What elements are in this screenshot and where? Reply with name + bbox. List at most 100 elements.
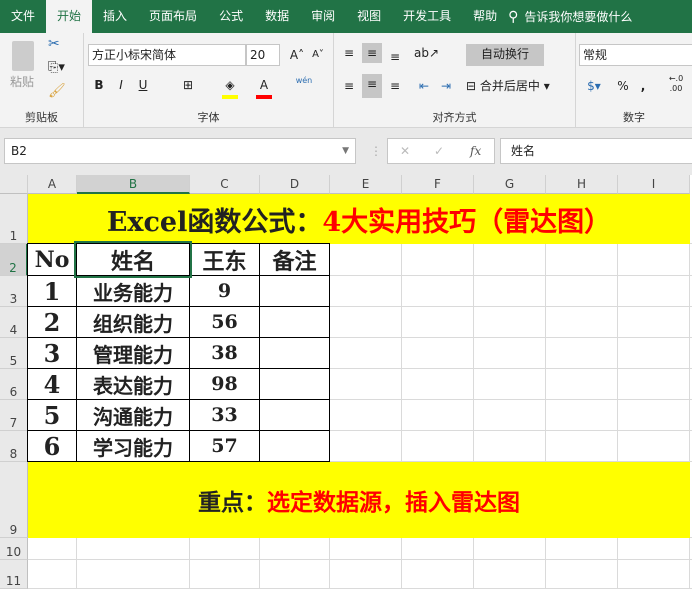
tab-insert[interactable]: 插入 bbox=[92, 0, 138, 33]
table-cell[interactable]: 38 bbox=[189, 337, 260, 369]
paste-button[interactable]: 粘贴 bbox=[10, 73, 34, 90]
tab-page-layout[interactable]: 页面布局 bbox=[138, 0, 208, 33]
column-header-A[interactable]: A bbox=[28, 175, 77, 194]
table-cell[interactable] bbox=[259, 368, 330, 400]
column-header-C[interactable]: C bbox=[190, 175, 260, 194]
tab-home[interactable]: 开始 bbox=[46, 0, 93, 33]
decrease-font-icon[interactable]: A˅ bbox=[310, 45, 326, 65]
merge-center-button[interactable]: ⊟ 合并后居中 ▾ bbox=[466, 76, 566, 96]
underline-button[interactable]: U bbox=[136, 75, 150, 95]
table-cell[interactable] bbox=[259, 337, 330, 369]
row-header-3[interactable]: 3 bbox=[0, 276, 28, 307]
tab-file[interactable]: 文件 bbox=[0, 0, 46, 33]
table-cell[interactable]: 1 bbox=[27, 275, 77, 307]
tab-review[interactable]: 审阅 bbox=[300, 0, 346, 33]
tab-view[interactable]: 视图 bbox=[346, 0, 392, 33]
row-header-10[interactable]: 10 bbox=[0, 538, 28, 560]
table-header-cell[interactable]: No bbox=[27, 243, 77, 276]
column-header-B[interactable]: B bbox=[77, 175, 190, 194]
row-header-2[interactable]: 2 bbox=[0, 244, 28, 276]
table-cell[interactable]: 57 bbox=[189, 430, 260, 462]
search-icon[interactable]: ⚲ bbox=[508, 9, 518, 25]
table-cell[interactable] bbox=[259, 430, 330, 462]
align-right-icon[interactable]: ≡ bbox=[386, 76, 404, 96]
table-header-cell[interactable]: 王东 bbox=[189, 243, 260, 276]
row-header-8[interactable]: 8 bbox=[0, 431, 28, 462]
align-center-icon[interactable]: ≡ bbox=[362, 74, 382, 98]
formula-input[interactable]: 姓名 bbox=[500, 138, 692, 164]
cancel-icon[interactable]: ✕ bbox=[400, 139, 410, 163]
comma-button[interactable]: , bbox=[638, 76, 648, 96]
table-cell[interactable]: 学习能力 bbox=[76, 430, 190, 462]
tab-developer[interactable]: 开发工具 bbox=[392, 0, 462, 33]
column-header-D[interactable]: D bbox=[260, 175, 330, 194]
paste-icon[interactable] bbox=[12, 41, 34, 71]
align-top-icon[interactable]: ≡ bbox=[340, 43, 358, 63]
column-header-H[interactable]: H bbox=[546, 175, 618, 194]
tell-me-search[interactable]: 告诉我你想要做什么 bbox=[524, 8, 632, 25]
table-cell[interactable]: 33 bbox=[189, 399, 260, 431]
align-bottom-icon[interactable]: ≡ bbox=[386, 47, 404, 67]
tab-help[interactable]: 帮助 bbox=[462, 0, 508, 33]
align-left-icon[interactable]: ≡ bbox=[340, 76, 358, 96]
fill-color-icon[interactable]: ◈ bbox=[222, 75, 238, 99]
table-cell[interactable]: 表达能力 bbox=[76, 368, 190, 400]
tab-data[interactable]: 数据 bbox=[254, 0, 300, 33]
table-cell[interactable]: 5 bbox=[27, 399, 77, 431]
accounting-format-icon[interactable]: $▾ bbox=[580, 76, 608, 96]
column-header-E[interactable]: E bbox=[330, 175, 402, 194]
row-header-5[interactable]: 5 bbox=[0, 338, 28, 369]
column-header-F[interactable]: F bbox=[402, 175, 474, 194]
splitter-handle[interactable]: ⋮ bbox=[370, 144, 382, 158]
table-cell[interactable]: 3 bbox=[27, 337, 77, 369]
align-middle-icon[interactable]: ≡ bbox=[362, 43, 382, 63]
table-cell[interactable]: 56 bbox=[189, 306, 260, 338]
table-cell[interactable]: 管理能力 bbox=[76, 337, 190, 369]
increase-decimal-icon[interactable]: ←.0.00 bbox=[666, 74, 686, 94]
increase-indent-icon[interactable]: ⇥ bbox=[436, 76, 456, 96]
table-cell[interactable] bbox=[259, 275, 330, 307]
row-header-11[interactable]: 11 bbox=[0, 560, 28, 589]
italic-button[interactable]: I bbox=[114, 75, 128, 95]
table-cell[interactable]: 9 bbox=[189, 275, 260, 307]
table-cell[interactable]: 98 bbox=[189, 368, 260, 400]
increase-font-icon[interactable]: A˄ bbox=[289, 45, 305, 65]
name-box[interactable]: B2 ▼ bbox=[4, 138, 356, 164]
table-cell[interactable]: 6 bbox=[27, 430, 77, 462]
table-cell[interactable] bbox=[259, 306, 330, 338]
row-header-9[interactable]: 9 bbox=[0, 462, 28, 538]
tab-formulas[interactable]: 公式 bbox=[208, 0, 254, 33]
column-header-I[interactable]: I bbox=[618, 175, 690, 194]
cut-icon[interactable]: ✂ bbox=[48, 36, 60, 52]
table-cell[interactable]: 组织能力 bbox=[76, 306, 190, 338]
phonetic-button[interactable]: wén bbox=[294, 71, 314, 91]
percent-button[interactable]: % bbox=[616, 76, 630, 96]
table-header-cell[interactable]: 备注 bbox=[259, 243, 330, 276]
row-header-1[interactable]: 1 bbox=[0, 194, 28, 244]
column-header-G[interactable]: G bbox=[474, 175, 546, 194]
copy-icon[interactable]: ⎘▾ bbox=[48, 60, 65, 75]
select-all-button[interactable] bbox=[0, 175, 28, 194]
table-cell[interactable] bbox=[259, 399, 330, 431]
font-name-select[interactable]: 方正小标宋简体 bbox=[88, 44, 246, 66]
table-cell[interactable]: 业务能力 bbox=[76, 275, 190, 307]
format-painter-icon[interactable]: 🖌 bbox=[48, 83, 66, 99]
insert-function-button[interactable]: fx bbox=[470, 139, 481, 163]
table-cell[interactable]: 4 bbox=[27, 368, 77, 400]
font-size-select[interactable]: 20 bbox=[246, 44, 280, 66]
row-header-6[interactable]: 6 bbox=[0, 369, 28, 400]
number-format-select[interactable]: 常规 bbox=[579, 44, 692, 66]
row-header-7[interactable]: 7 bbox=[0, 400, 28, 431]
font-color-icon[interactable]: A bbox=[256, 75, 272, 99]
table-header-cell[interactable]: 姓名 bbox=[74, 241, 192, 278]
borders-icon[interactable]: ⊞ bbox=[179, 75, 197, 95]
enter-icon[interactable]: ✓ bbox=[434, 139, 444, 163]
spreadsheet-grid[interactable]: A B C D E F G H I 1 2 3 4 5 6 7 8 9 10 11 Excel函数公式： 4大实用技巧（雷… bbox=[0, 175, 692, 589]
orientation-icon[interactable]: ab↗ bbox=[414, 43, 439, 63]
decrease-indent-icon[interactable]: ⇤ bbox=[414, 76, 434, 96]
bold-button[interactable]: B bbox=[92, 75, 106, 95]
chevron-down-icon[interactable]: ▼ bbox=[342, 139, 349, 163]
wrap-text-button[interactable]: 自动换行 bbox=[466, 44, 544, 66]
table-cell[interactable]: 2 bbox=[27, 306, 77, 338]
row-header-4[interactable]: 4 bbox=[0, 307, 28, 338]
